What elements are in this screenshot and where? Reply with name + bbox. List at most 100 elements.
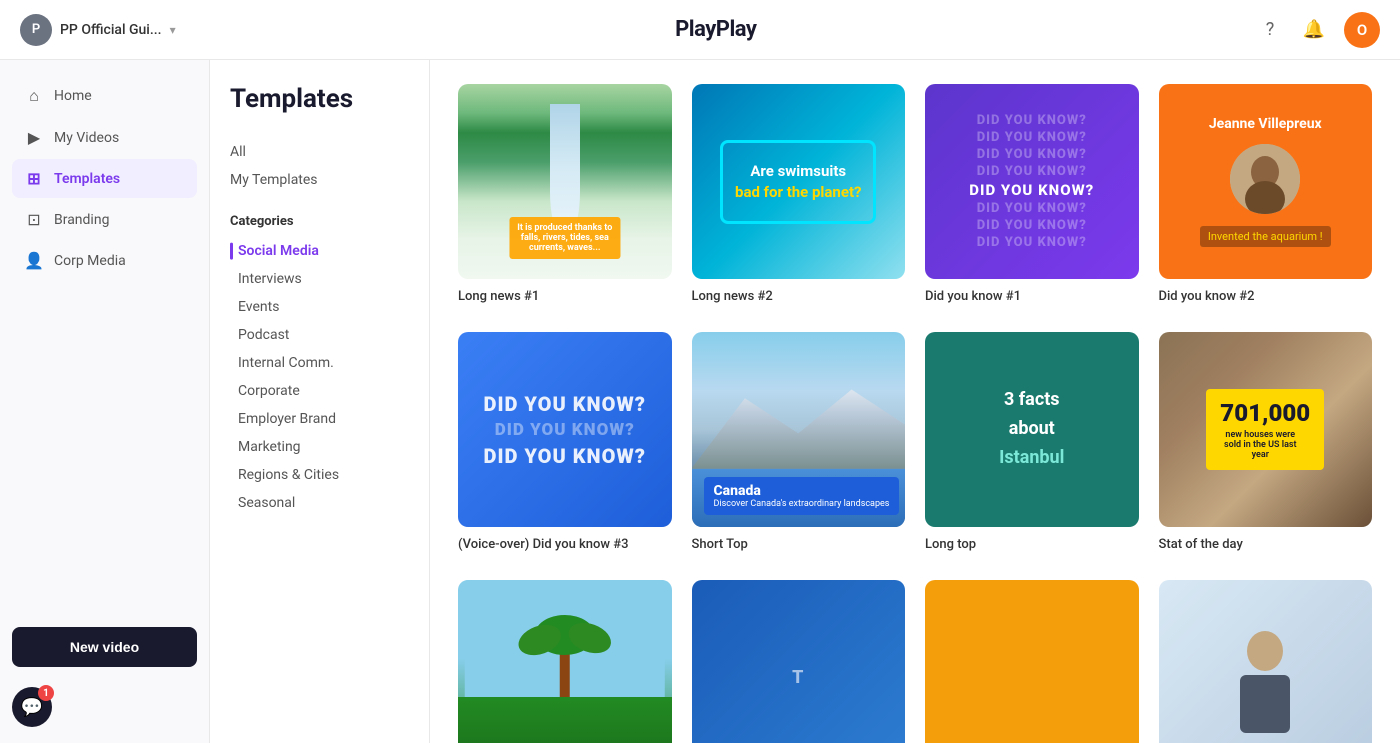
template-long-news-1[interactable]: It is produced thanks tofalls, rivers, t… [458, 84, 672, 304]
filter-interviews[interactable]: Interviews [230, 265, 409, 293]
waterfall-overlay-text: It is produced thanks tofalls, rivers, t… [509, 217, 620, 259]
templates-row-1: It is produced thanks tofalls, rivers, t… [458, 84, 1372, 304]
template-dyk-3[interactable]: DID YOU KNOW? DID YOU KNOW? DID YOU KNOW… [458, 332, 672, 552]
categories-title: Categories [230, 214, 409, 229]
chat-button[interactable]: 💬 1 [12, 687, 52, 727]
help-icon[interactable]: ? [1256, 16, 1284, 44]
sidebar-item-home-label: Home [54, 88, 92, 104]
template-thumb-row3-2: T [692, 580, 906, 743]
templates-icon: ⊞ [24, 169, 44, 188]
template-thumb-row3-1 [458, 580, 672, 743]
org-switcher[interactable]: P PP Official Gui... ▾ [20, 14, 176, 46]
template-thumb-dyk-3: DID YOU KNOW? DID YOU KNOW? DID YOU KNOW… [458, 332, 672, 527]
corp-media-icon: 👤 [24, 251, 44, 270]
template-row3-4[interactable] [1159, 580, 1373, 743]
istanbul-city: Istanbul [999, 447, 1064, 468]
template-name-dyk-2: Did you know #2 [1159, 289, 1373, 304]
template-name-dyk-1: Did you know #1 [925, 289, 1139, 304]
template-name-long-top: Long top [925, 537, 1139, 552]
filter-regions-cities[interactable]: Regions & Cities [230, 461, 409, 489]
app-logo: PlayPlay [675, 17, 756, 42]
filter-employer-brand[interactable]: Employer Brand [230, 405, 409, 433]
filter-panel: Templates All My Templates Categories So… [210, 60, 430, 743]
chevron-down-icon: ▾ [170, 23, 176, 37]
sidebar-item-corp-media[interactable]: 👤 Corp Media [12, 241, 197, 280]
mountain-label: Canada Discover Canada's extraordinary l… [704, 477, 900, 515]
templates-grid: It is produced thanks tofalls, rivers, t… [430, 60, 1400, 743]
template-thumb-long-news-2: Are swimsuitsbad for the planet? [692, 84, 906, 279]
dyk3-background: DID YOU KNOW? DID YOU KNOW? DID YOU KNOW… [458, 332, 672, 527]
template-name-short-top: Short Top [692, 537, 906, 552]
istanbul-background: 3 facts about Istanbul [925, 332, 1139, 527]
filter-events[interactable]: Events [230, 293, 409, 321]
placeholder4-bg [1159, 580, 1373, 743]
templates-row-3: T [458, 580, 1372, 743]
water-stream [550, 104, 580, 231]
placeholder3-bg [925, 580, 1139, 743]
template-thumb-long-news-1: It is produced thanks tofalls, rivers, t… [458, 84, 672, 279]
app-header: P PP Official Gui... ▾ PlayPlay ? 🔔 O [0, 0, 1400, 60]
org-avatar: P [20, 14, 52, 46]
sidebar-item-templates[interactable]: ⊞ Templates [12, 159, 197, 198]
dyk2-portrait [1230, 144, 1300, 214]
filter-podcast[interactable]: Podcast [230, 321, 409, 349]
swim-text: Are swimsuitsbad for the planet? [735, 161, 861, 203]
placeholder1-bg [458, 580, 672, 743]
mountain-background: Canada Discover Canada's extraordinary l… [692, 332, 906, 527]
dyk2-background: Jeanne Villepreux Invented the aquarium … [1159, 84, 1373, 279]
placeholder2-bg: T [692, 580, 906, 743]
template-row3-2[interactable]: T [692, 580, 906, 743]
template-row3-1[interactable] [458, 580, 672, 743]
template-thumb-dyk-1: DID YOU KNOW? DID YOU KNOW? DID YOU KNOW… [925, 84, 1139, 279]
mountain-shape [692, 381, 906, 469]
aerial-background: 701,000 new houses were sold in the US l… [1159, 332, 1373, 527]
videos-icon: ▶ [24, 128, 44, 147]
filter-corporate[interactable]: Corporate [230, 377, 409, 405]
filter-my-templates[interactable]: My Templates [230, 166, 409, 194]
template-row3-3[interactable] [925, 580, 1139, 743]
sidebar-item-my-videos-label: My Videos [54, 130, 119, 146]
swim-border: Are swimsuitsbad for the planet? [720, 140, 876, 224]
template-thumb-dyk-2: Jeanne Villepreux Invented the aquarium … [1159, 84, 1373, 279]
template-name-long-news-2: Long news #2 [692, 289, 906, 304]
sidebar: ⌂ Home ▶ My Videos ⊞ Templates ⊡ Brandin… [0, 60, 210, 743]
filter-all[interactable]: All [230, 138, 409, 166]
swim-background: Are swimsuitsbad for the planet? [692, 84, 906, 279]
org-name: PP Official Gui... [60, 22, 162, 38]
template-thumb-long-top: 3 facts about Istanbul [925, 332, 1139, 527]
filter-internal-comm[interactable]: Internal Comm. [230, 349, 409, 377]
template-thumb-row3-3 [925, 580, 1139, 743]
dyk1-background: DID YOU KNOW? DID YOU KNOW? DID YOU KNOW… [925, 84, 1139, 279]
page-title: Templates [230, 84, 409, 114]
dyk2-title: Jeanne Villepreux [1199, 116, 1332, 132]
template-stat-day[interactable]: 701,000 new houses were sold in the US l… [1159, 332, 1373, 552]
template-long-top[interactable]: 3 facts about Istanbul Long top [925, 332, 1139, 552]
template-long-news-2[interactable]: Are swimsuitsbad for the planet? Long ne… [692, 84, 906, 304]
template-short-top[interactable]: Canada Discover Canada's extraordinary l… [692, 332, 906, 552]
chat-badge: 1 [38, 685, 54, 701]
template-name-dyk-3: (Voice-over) Did you know #3 [458, 537, 672, 552]
notification-icon[interactable]: 🔔 [1300, 16, 1328, 44]
sidebar-item-corp-media-label: Corp Media [54, 253, 126, 269]
filter-social-media[interactable]: Social Media [230, 237, 409, 265]
filter-marketing[interactable]: Marketing [230, 433, 409, 461]
sidebar-item-my-videos[interactable]: ▶ My Videos [12, 118, 197, 157]
placeholder2-content: T [692, 580, 906, 743]
placeholder1-ground [458, 697, 672, 743]
templates-row-2: DID YOU KNOW? DID YOU KNOW? DID YOU KNOW… [458, 332, 1372, 552]
home-icon: ⌂ [24, 86, 44, 106]
template-thumb-short-top: Canada Discover Canada's extraordinary l… [692, 332, 906, 527]
mountain-country: Canada [714, 483, 890, 499]
swim-highlight: bad for the planet? [735, 183, 861, 201]
user-avatar[interactable]: O [1344, 12, 1380, 48]
new-video-button[interactable]: New video [12, 627, 197, 667]
template-name-long-news-1: Long news #1 [458, 289, 672, 304]
template-dyk-2[interactable]: Jeanne Villepreux Invented the aquarium … [1159, 84, 1373, 304]
sidebar-item-home[interactable]: ⌂ Home [12, 76, 197, 116]
dyk2-subtitle: Invented the aquarium ! [1200, 226, 1331, 247]
template-dyk-1[interactable]: DID YOU KNOW? DID YOU KNOW? DID YOU KNOW… [925, 84, 1139, 304]
sidebar-item-branding[interactable]: ⊡ Branding [12, 200, 197, 239]
filter-seasonal[interactable]: Seasonal [230, 489, 409, 517]
person-svg [1225, 623, 1305, 733]
sidebar-item-templates-label: Templates [54, 171, 120, 187]
